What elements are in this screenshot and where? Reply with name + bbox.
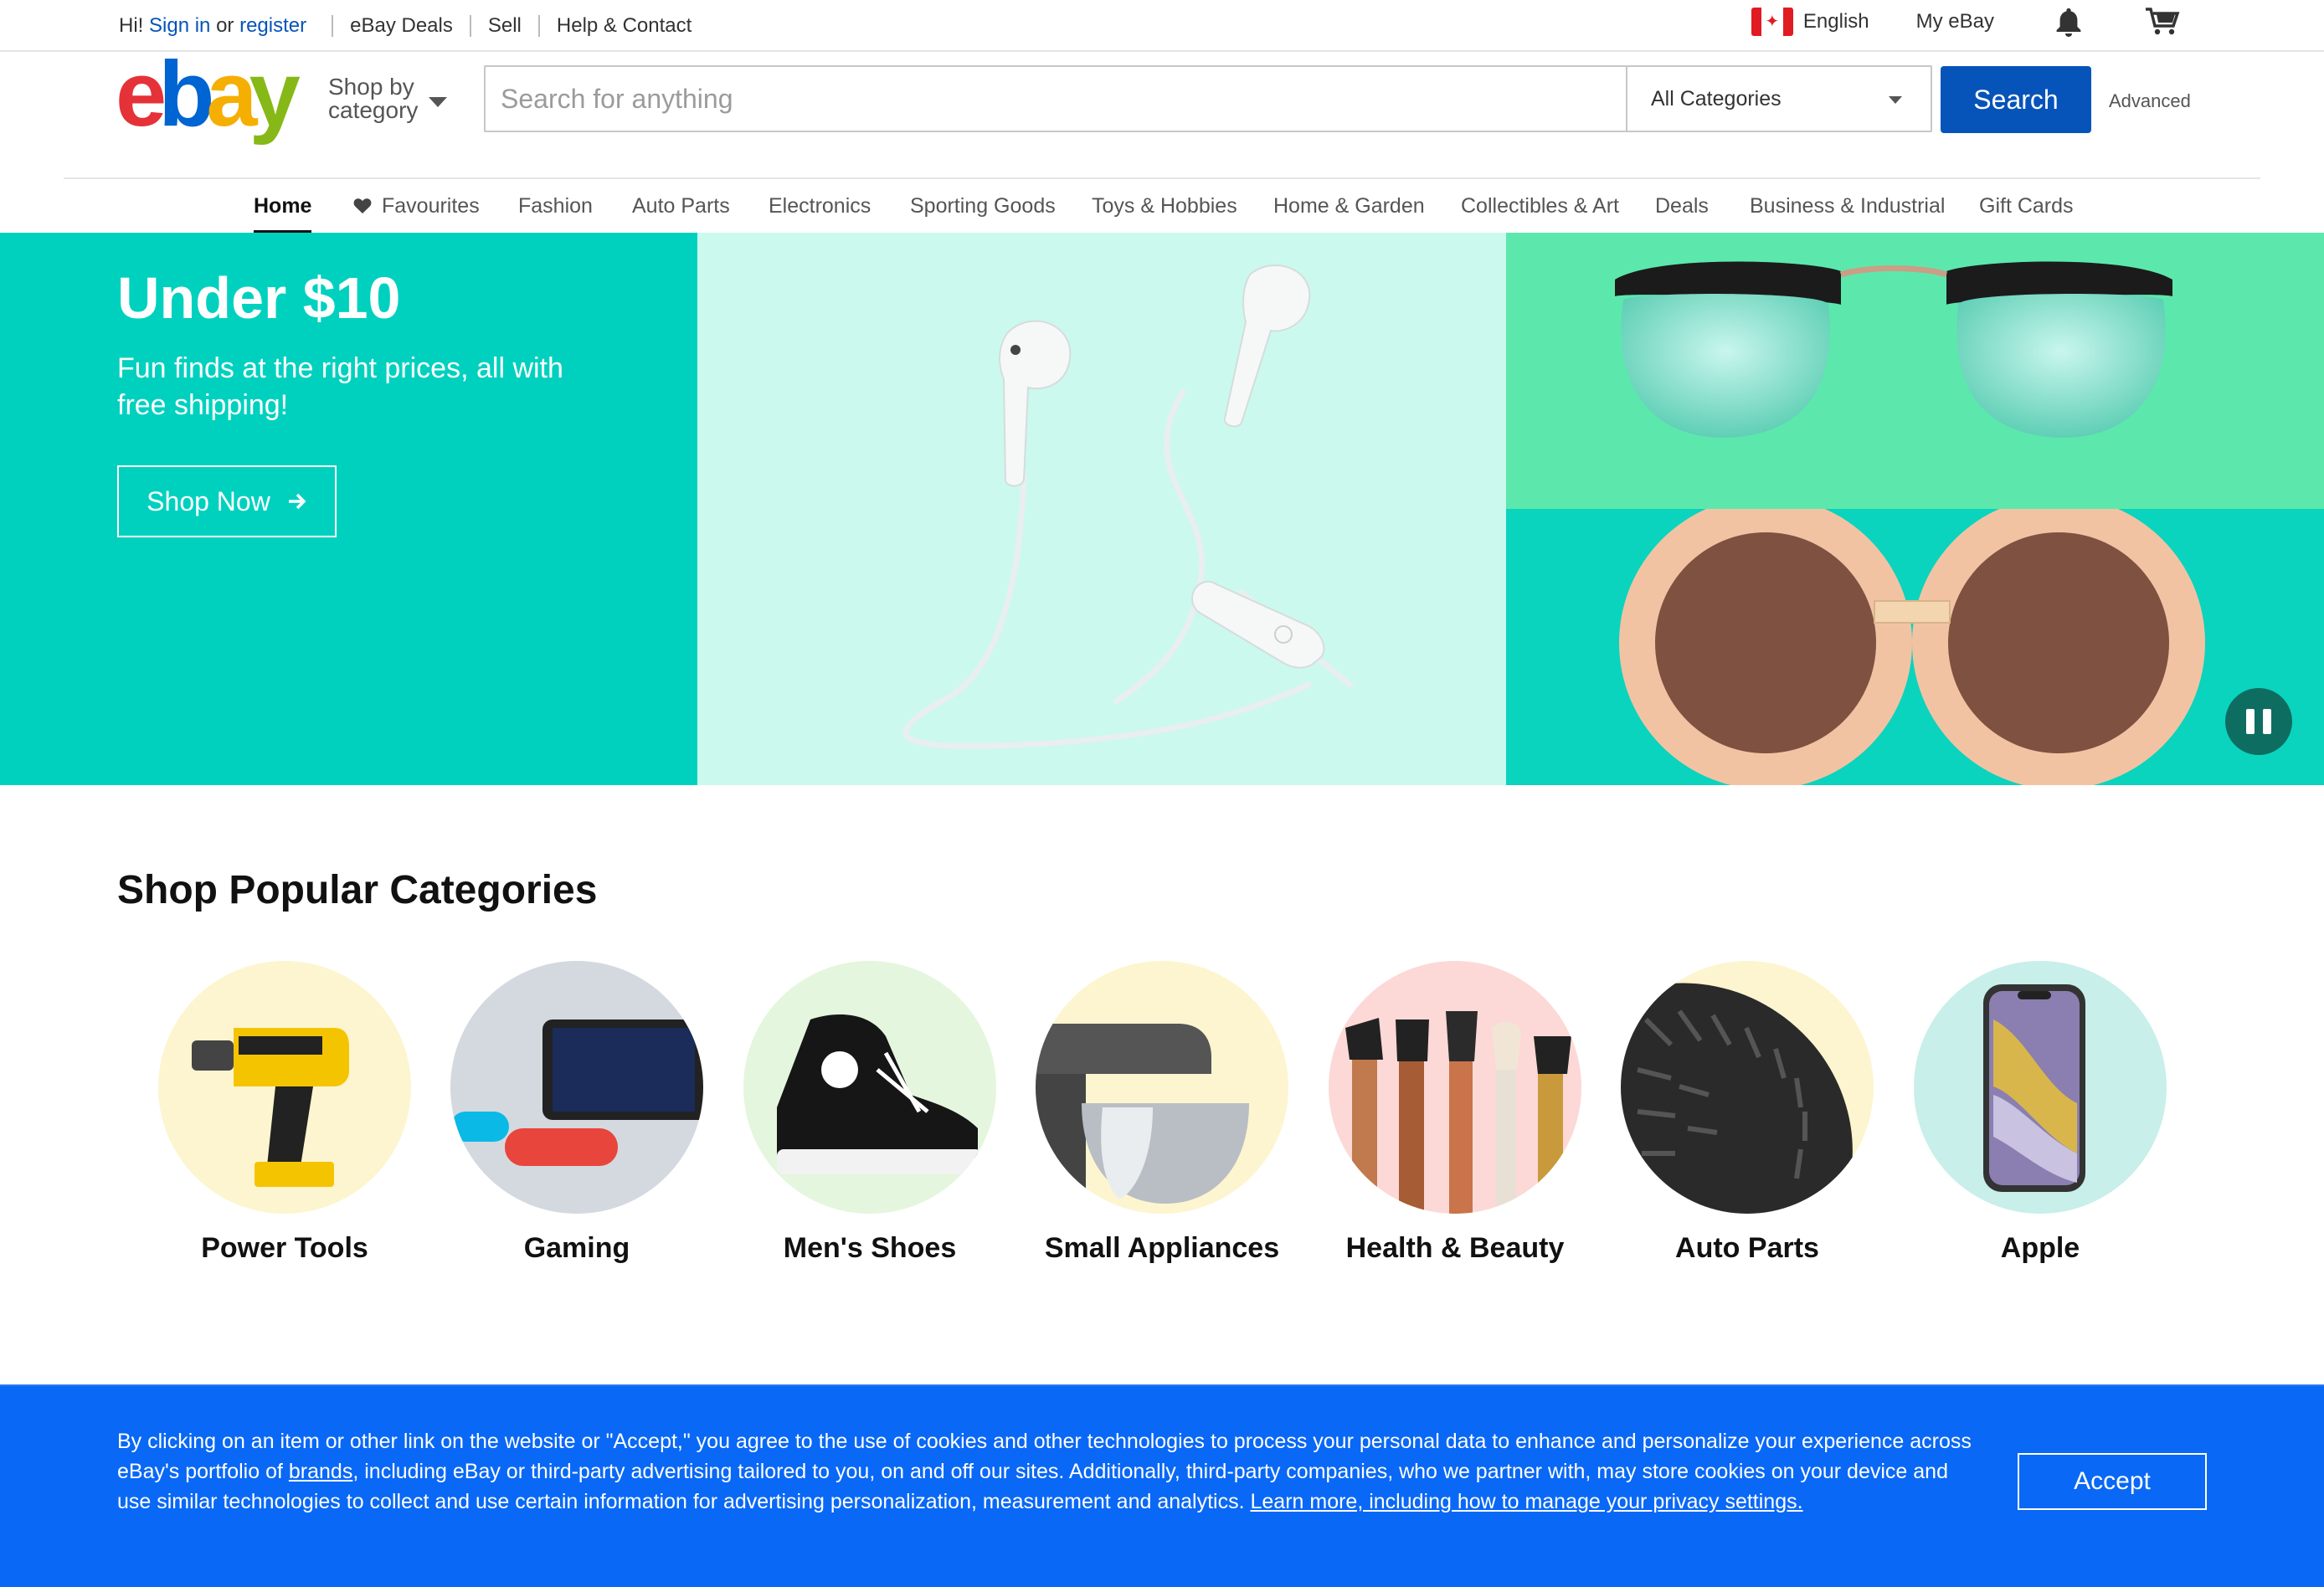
greeting-text: Hi! xyxy=(119,14,144,37)
pause-carousel-button[interactable] xyxy=(2225,688,2292,755)
divider xyxy=(332,15,334,37)
category-nav: Home Favourites Fashion Auto Parts Elect… xyxy=(0,179,2324,234)
category-label: Auto Parts xyxy=(1675,1232,1819,1264)
shop-by-category-button[interactable]: Shop by category xyxy=(328,75,454,122)
help-contact-link[interactable]: Help & Contact xyxy=(557,14,692,38)
search-bar: All Categories xyxy=(484,65,1932,132)
category-label: Gaming xyxy=(523,1232,630,1264)
top-utility-bar: Hi! Sign in or register eBay Deals Sell … xyxy=(0,0,2324,52)
category-mens-shoes[interactable]: Men's Shoes xyxy=(743,961,997,1265)
hero-promo-panel: Under $10 Fun finds at the right prices,… xyxy=(0,233,697,785)
stand-mixer-icon xyxy=(1036,961,1288,1214)
category-apple[interactable]: Apple xyxy=(1913,961,2167,1265)
category-label: Small Appliances xyxy=(1044,1232,1280,1264)
smartphone-icon xyxy=(1914,961,2167,1214)
category-power-tools[interactable]: Power Tools xyxy=(157,961,412,1265)
nav-item-home-garden[interactable]: Home & Garden xyxy=(1273,194,1425,218)
ebay-logo[interactable]: ebay xyxy=(116,49,301,141)
category-label: Power Tools xyxy=(201,1232,368,1264)
shop-by-category-label: Shop by category xyxy=(328,74,419,123)
nav-item-business-industrial[interactable]: Business & Industrial xyxy=(1750,194,1945,218)
privacy-settings-link[interactable]: Learn more, including how to manage your… xyxy=(1250,1490,1802,1513)
ebay-deals-link[interactable]: eBay Deals xyxy=(350,14,453,38)
shop-now-button[interactable]: Shop Now xyxy=(117,465,337,537)
chevron-down-icon xyxy=(429,97,447,107)
chevron-down-icon xyxy=(1889,96,1902,104)
category-gaming[interactable]: Gaming xyxy=(450,961,704,1265)
divider xyxy=(469,15,471,37)
nav-item-favourites[interactable]: Favourites xyxy=(353,194,480,218)
category-dropdown[interactable]: All Categories xyxy=(1626,67,1931,131)
nav-item-home[interactable]: Home xyxy=(254,194,312,234)
drill-icon xyxy=(158,961,411,1214)
nav-item-auto-parts[interactable]: Auto Parts xyxy=(632,194,730,218)
nav-item-gift-cards[interactable]: Gift Cards xyxy=(1979,194,2074,218)
cookie-consent-text: By clicking on an item or other link on … xyxy=(117,1430,1972,1513)
brands-link[interactable]: brands xyxy=(289,1460,352,1483)
nav-item-toys-hobbies[interactable]: Toys & Hobbies xyxy=(1092,194,1237,218)
bell-icon[interactable] xyxy=(2054,7,2083,37)
pause-icon xyxy=(2246,709,2255,734)
sell-link[interactable]: Sell xyxy=(488,14,522,38)
hero-subtitle: Fun finds at the right prices, all with … xyxy=(117,352,563,421)
earbuds-image xyxy=(697,233,1506,785)
advanced-search-link[interactable]: Advanced xyxy=(2109,90,2191,112)
hero-banner[interactable]: Under $10 Fun finds at the right prices,… xyxy=(0,233,2324,789)
cart-icon[interactable] xyxy=(2145,8,2180,36)
nav-item-fashion[interactable]: Fashion xyxy=(518,194,593,218)
category-label: Apple xyxy=(2000,1232,2080,1264)
sign-in-link[interactable]: Sign in xyxy=(149,14,210,38)
category-label: Men's Shoes xyxy=(783,1232,957,1264)
cookie-consent-banner: By clicking on an item or other link on … xyxy=(0,1384,2324,1587)
game-console-icon xyxy=(450,961,703,1214)
round-sunglasses-image xyxy=(1506,496,2324,789)
nav-item-collectibles-art[interactable]: Collectibles & Art xyxy=(1461,194,1619,218)
heart-icon xyxy=(353,198,372,213)
makeup-brushes-icon xyxy=(1329,961,1581,1214)
topbar-right: ✦ English My eBay xyxy=(1751,7,2180,37)
topbar-left: Hi! Sign in or register eBay Deals Sell … xyxy=(119,14,692,38)
nav-item-sporting-goods[interactable]: Sporting Goods xyxy=(910,194,1056,218)
nav-item-deals[interactable]: Deals xyxy=(1655,194,1709,218)
category-small-appliances[interactable]: Small Appliances xyxy=(1035,961,1289,1265)
language-selector[interactable]: English xyxy=(1803,10,1869,33)
accept-cookies-button[interactable]: Accept xyxy=(2018,1453,2207,1510)
shop-now-label: Shop Now xyxy=(147,485,270,516)
nav-item-electronics[interactable]: Electronics xyxy=(769,194,871,218)
clubmaster-sunglasses-image xyxy=(1506,233,2324,509)
hero-title: Under $10 xyxy=(117,265,401,331)
category-dropdown-value: All Categories xyxy=(1651,87,1782,110)
arrow-right-icon xyxy=(288,493,306,510)
category-label: Health & Beauty xyxy=(1345,1232,1565,1264)
my-ebay-link[interactable]: My eBay xyxy=(1916,10,1994,33)
category-health-beauty[interactable]: Health & Beauty xyxy=(1328,961,1582,1265)
search-input[interactable] xyxy=(486,67,1626,131)
sneaker-icon xyxy=(743,961,996,1214)
tire-icon xyxy=(1621,961,1874,1214)
or-text: or xyxy=(216,14,234,37)
divider xyxy=(537,15,540,37)
category-auto-parts[interactable]: Auto Parts xyxy=(1620,961,1874,1265)
register-link[interactable]: register xyxy=(239,14,306,38)
search-button[interactable]: Search xyxy=(1941,66,2091,133)
canada-flag-icon[interactable]: ✦ xyxy=(1751,8,1793,36)
popular-categories-title: Shop Popular Categories xyxy=(117,868,598,912)
